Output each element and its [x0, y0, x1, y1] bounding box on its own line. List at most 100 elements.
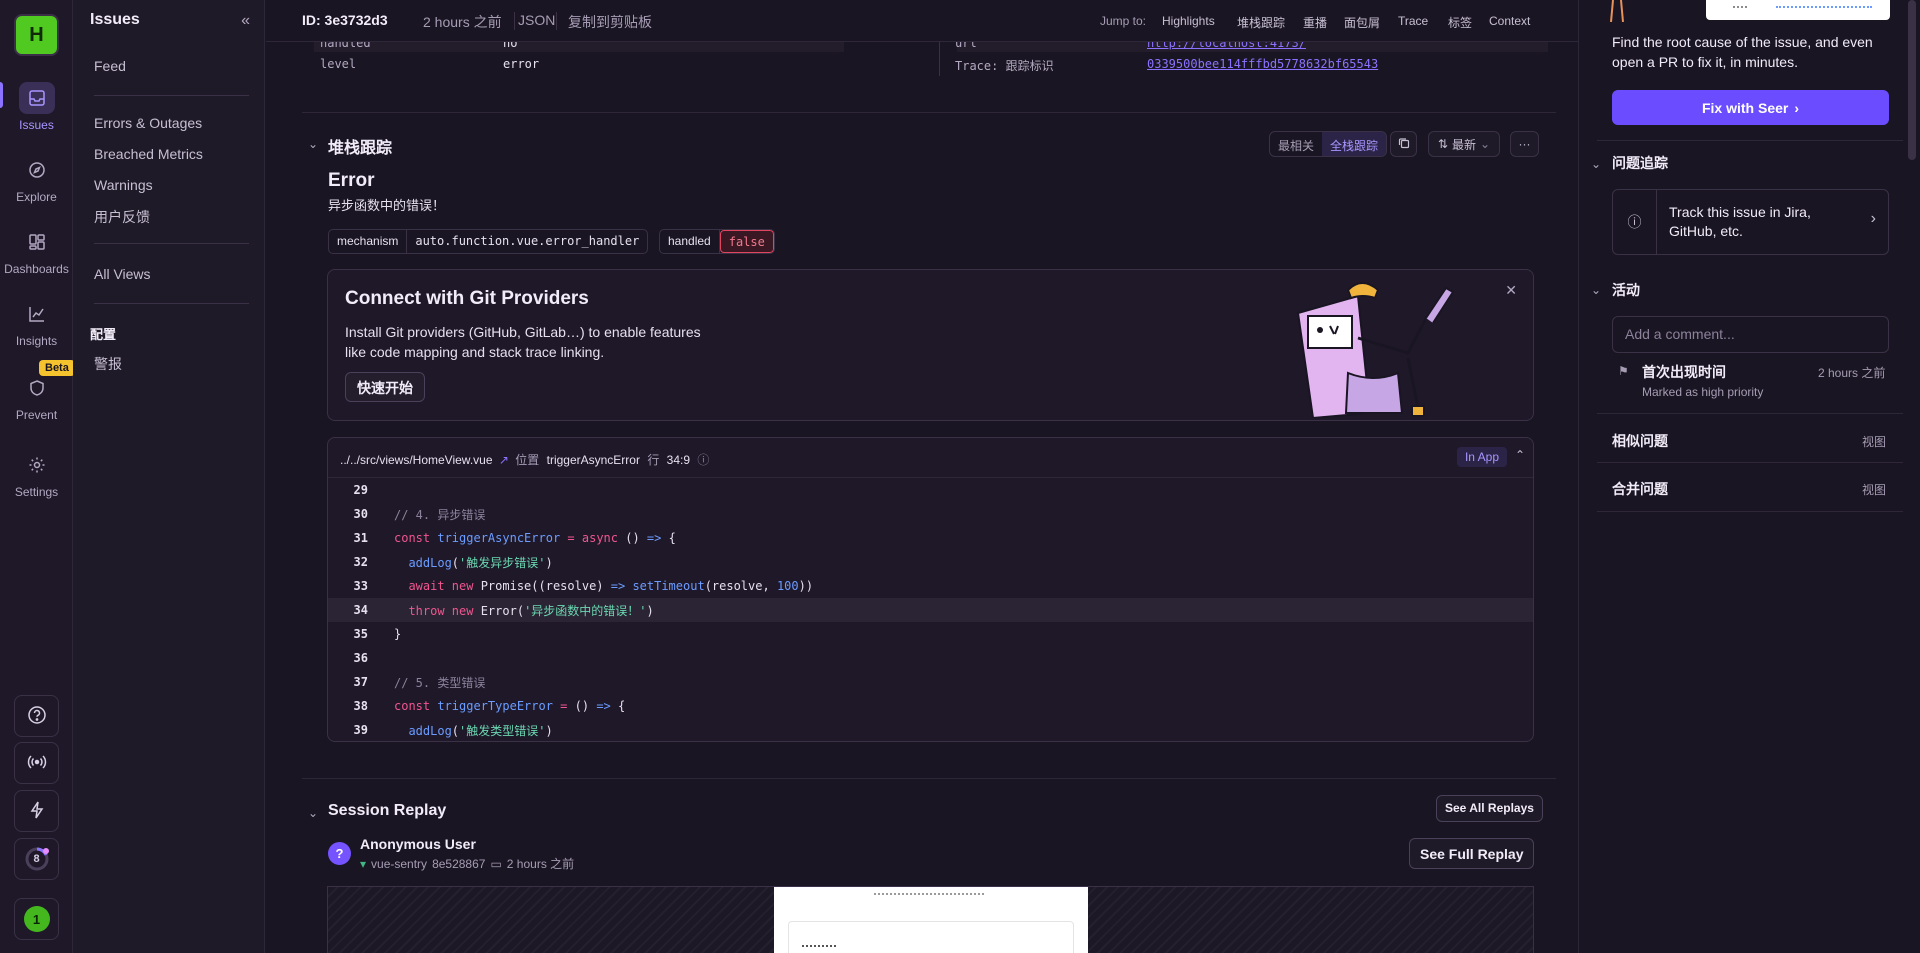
- event-id: ID: 3e3732d3: [302, 12, 388, 28]
- line-source: }: [394, 627, 402, 641]
- line-number: 30: [353, 507, 368, 521]
- nav-settings[interactable]: Settings: [0, 449, 73, 499]
- similar-view-link[interactable]: 视图: [1862, 433, 1886, 450]
- secnav-breached-metrics[interactable]: Breached Metrics: [94, 146, 203, 162]
- merged-view-link[interactable]: 视图: [1862, 481, 1886, 498]
- toggle-most-relevant[interactable]: 最相关: [1270, 132, 1322, 156]
- onboarding-button[interactable]: 8: [14, 838, 59, 880]
- first-seen-time: 2 hours 之前: [1818, 366, 1886, 380]
- frame-header[interactable]: ../../src/views/HomeView.vue ↗ 位置 trigge…: [328, 438, 1533, 478]
- mechanism-tag[interactable]: mechanism auto.function.vue.error_handle…: [328, 229, 649, 254]
- chevron-up-icon[interactable]: ⌃: [1515, 448, 1525, 462]
- scrollbar[interactable]: [1908, 0, 1916, 160]
- see-full-replay-button[interactable]: See Full Replay: [1409, 838, 1535, 869]
- nav-explore[interactable]: Explore: [0, 154, 73, 204]
- secnav-feed[interactable]: Feed: [94, 58, 126, 74]
- seer-code-preview: [1706, 0, 1890, 20]
- more-options-button[interactable]: ···: [1510, 131, 1539, 157]
- track-issue-card[interactable]: ⓘ Track this issue in Jira, GitHub, etc.…: [1612, 189, 1889, 255]
- replay-project: vue-sentry: [371, 856, 428, 871]
- chevron-down-icon[interactable]: ⌄: [308, 137, 318, 151]
- code-line: 35}: [328, 622, 1533, 646]
- frame-filename: ../../src/views/HomeView.vue: [340, 453, 493, 467]
- replay-player[interactable]: [327, 886, 1534, 953]
- secnav-alerts[interactable]: 警报: [94, 354, 122, 374]
- compass-icon: [19, 154, 55, 186]
- line-number: 34: [353, 603, 368, 617]
- code-line: 30 // 4. 异步错误: [328, 502, 1533, 526]
- info-icon[interactable]: ⓘ: [697, 453, 709, 467]
- tag-value-trace[interactable]: 0339500bee114fffbd5778632bf65543: [1147, 57, 1378, 71]
- nav-insights[interactable]: Insights: [0, 298, 73, 348]
- close-icon[interactable]: ✕: [1505, 282, 1517, 299]
- nav-dashboards[interactable]: Dashboards: [0, 226, 73, 276]
- secnav-all-views[interactable]: All Views: [94, 266, 151, 282]
- replay-user: Anonymous User: [360, 836, 476, 852]
- jump-breadcrumbs[interactable]: 面包屑: [1344, 14, 1380, 31]
- primary-sidebar: H Issues Explore Dashboards Insights Bet…: [0, 0, 75, 953]
- comment-input[interactable]: Add a comment...: [1612, 316, 1889, 353]
- get-started-button[interactable]: 快速开始: [345, 372, 425, 402]
- divider: [94, 95, 249, 96]
- code-line: 38 const triggerTypeError = () => {: [328, 694, 1533, 718]
- code-line: 31 const triggerAsyncError = async () => …: [328, 526, 1533, 550]
- copy-to-clipboard[interactable]: 复制到剪贴板: [568, 12, 652, 32]
- org-avatar[interactable]: H: [14, 14, 59, 56]
- fix-with-seer-button[interactable]: Fix with Seer ›: [1612, 90, 1889, 125]
- help-button[interactable]: [14, 695, 59, 737]
- divider: [94, 243, 249, 244]
- handled-tag[interactable]: handled false: [659, 229, 775, 254]
- jump-replay[interactable]: 重播: [1303, 14, 1327, 31]
- issue-tracking-heading[interactable]: 问题追踪: [1612, 153, 1668, 173]
- external-link-icon[interactable]: ↗: [499, 453, 509, 467]
- copy-stacktrace-button[interactable]: [1390, 131, 1417, 157]
- jump-stacktrace[interactable]: 堆栈跟踪: [1237, 14, 1285, 31]
- frame-line-word: 行: [647, 453, 660, 467]
- frame-line-number: 34:9: [666, 453, 691, 467]
- seer-description: Find the root cause of the issue, and ev…: [1612, 34, 1873, 70]
- activity-heading[interactable]: 活动: [1612, 280, 1640, 300]
- whats-new-button[interactable]: [14, 790, 59, 832]
- line-source: // 5. 类型错误: [394, 675, 486, 690]
- first-seen-label: 首次出现时间: [1642, 364, 1726, 380]
- sort-icon: ⇅: [1437, 137, 1448, 151]
- user-menu-button[interactable]: 1: [14, 898, 59, 940]
- line-number: 31: [353, 531, 368, 545]
- jump-tags[interactable]: 标签: [1448, 14, 1472, 31]
- secnav-user-feedback[interactable]: 用户反馈: [94, 207, 150, 227]
- line-source: await new Promise((resolve) => setTimeou…: [394, 579, 814, 593]
- sort-dropdown[interactable]: ⇅ 最新 ⌄: [1428, 131, 1500, 157]
- collapse-icon[interactable]: «: [241, 12, 250, 30]
- tag-value-level: error: [503, 57, 540, 71]
- code-line: 36: [328, 646, 1533, 670]
- line-number: 32: [353, 555, 368, 569]
- jump-trace[interactable]: Trace: [1398, 14, 1428, 28]
- nav-explore-label: Explore: [16, 190, 57, 204]
- jump-to-label: Jump to:: [1100, 14, 1147, 28]
- track-issue-text: Track this issue in Jira, GitHub, etc.: [1669, 204, 1811, 239]
- line-number: 39: [353, 723, 368, 737]
- merged-issues-heading[interactable]: 合并问题: [1612, 479, 1668, 499]
- divider: [1597, 511, 1903, 512]
- secnav-warnings[interactable]: Warnings: [94, 177, 153, 193]
- divider: [1597, 140, 1903, 141]
- see-all-replays-button[interactable]: See All Replays: [1436, 795, 1543, 822]
- jump-context[interactable]: Context: [1489, 14, 1530, 28]
- line-number: 35: [353, 627, 368, 641]
- robot-illustration: [1288, 278, 1468, 420]
- jump-highlights[interactable]: Highlights: [1162, 14, 1215, 28]
- event-time[interactable]: 2 hours 之前: [423, 12, 502, 32]
- stacktrace-view-toggle[interactable]: 最相关 全栈跟踪: [1269, 131, 1388, 157]
- similar-issues-heading[interactable]: 相似问题: [1612, 431, 1668, 451]
- chart-icon: [19, 298, 55, 330]
- secnav-errors-outages[interactable]: Errors & Outages: [94, 115, 202, 131]
- chevron-down-icon[interactable]: ⌄: [1591, 283, 1601, 297]
- chevron-down-icon[interactable]: ⌄: [308, 806, 318, 820]
- broadcast-button[interactable]: [14, 742, 59, 784]
- chevron-down-icon[interactable]: ⌄: [1591, 157, 1601, 171]
- json-link[interactable]: JSON: [518, 12, 555, 28]
- nav-prevent[interactable]: Prevent: [0, 372, 73, 422]
- frame-location: ../../src/views/HomeView.vue ↗ 位置 trigge…: [340, 451, 709, 468]
- toggle-full-stack[interactable]: 全栈跟踪: [1322, 132, 1387, 156]
- nav-issues[interactable]: Issues: [0, 82, 73, 132]
